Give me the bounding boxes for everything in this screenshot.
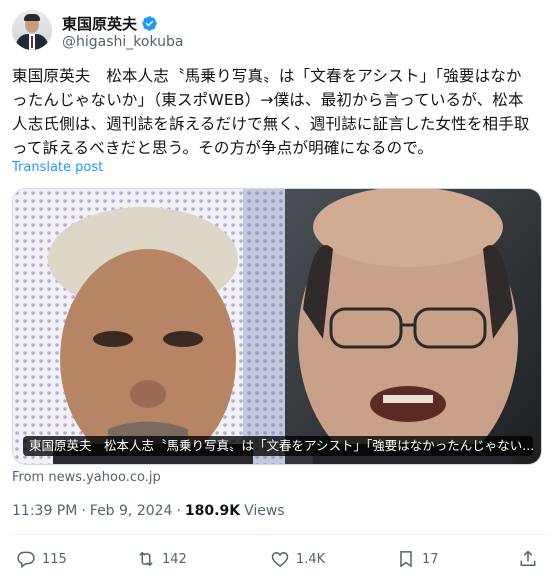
meta-separator: · — [176, 503, 181, 519]
post-time[interactable]: 11:39 PM — [12, 503, 77, 519]
post-text-line: 人志氏側は、週刊誌を訴えるだけで無く、週刊誌に証言した女性を相手取 — [12, 115, 530, 133]
bookmark-count: 17 — [422, 551, 439, 567]
repost-count: 142 — [162, 551, 187, 567]
views-count: 180.9K — [184, 503, 241, 519]
link-card-image — [13, 189, 541, 464]
post-header: 東国原英夫 @higashi_kokuba — [12, 10, 548, 54]
like-count: 1.4K — [296, 551, 326, 567]
author-display-name[interactable]: 東国原英夫 — [62, 13, 137, 34]
post-text-line: ったんじゃないか」（東スポWEB）→僕は、最初から言っているが、松本 — [12, 91, 524, 109]
action-bar: 115 142 1.4K 17 — [12, 546, 548, 572]
post-metadata: 11:39 PM · Feb 9, 2024 · 180.9K Views — [12, 503, 285, 519]
share-icon — [520, 550, 536, 566]
reply-button[interactable]: 115 — [16, 546, 67, 572]
link-source[interactable]: From news.yahoo.co.jp — [12, 470, 161, 485]
post-date[interactable]: Feb 9, 2024 — [90, 503, 173, 519]
post-text-line: 東国原英夫 松本人志〝馬乗り写真〟は「文春をアシスト」「強要はなか — [12, 67, 522, 85]
translate-post-link[interactable]: Translate post — [12, 160, 103, 175]
reply-count: 115 — [42, 551, 67, 567]
post-text: 東国原英夫 松本人志〝馬乗り写真〟は「文春をアシスト」「強要はなか ったんじゃな… — [12, 64, 550, 160]
post-text-line: って訴えるべきだと思う。その方が争点が明確になるので。 — [12, 139, 434, 157]
meta-separator: · — [81, 503, 86, 519]
avatar[interactable] — [12, 10, 52, 50]
author-handle[interactable]: @higashi_kokuba — [62, 34, 183, 50]
like-button[interactable]: 1.4K — [270, 546, 325, 572]
repost-icon — [139, 551, 153, 567]
bookmark-button[interactable]: 17 — [396, 546, 439, 572]
share-button[interactable] — [518, 546, 538, 572]
link-card-caption: 東国原英夫 松本人志〝馬乗り写真〟は「文春をアシスト」「強要はなかったんじゃない… — [23, 436, 533, 456]
repost-button[interactable]: 142 — [136, 546, 187, 572]
link-card[interactable]: 東国原英夫 松本人志〝馬乗り写真〟は「文春をアシスト」「強要はなかったんじゃない… — [12, 188, 542, 465]
reply-icon — [17, 551, 35, 568]
author-name-row: 東国原英夫 — [62, 13, 158, 34]
heart-icon — [271, 551, 289, 568]
verified-badge-icon — [142, 16, 157, 31]
views-label: Views — [244, 503, 285, 519]
bookmark-icon — [400, 551, 412, 568]
divider — [12, 534, 548, 535]
